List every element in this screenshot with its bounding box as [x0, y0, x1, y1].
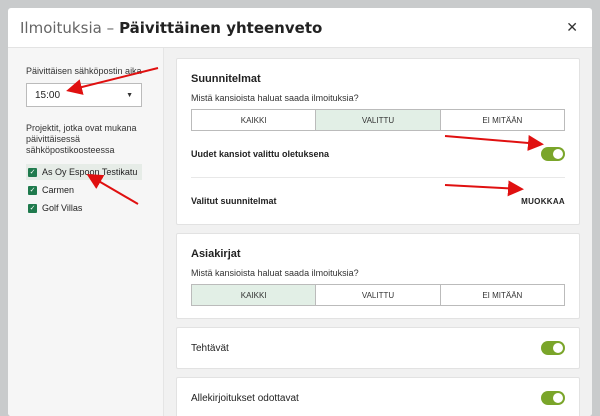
- project-label: As Oy Espoon Testikatu: [42, 167, 138, 177]
- tasks-row: Tehtävät: [191, 328, 565, 368]
- signatures-toggle[interactable]: [541, 391, 565, 405]
- modal-title-prefix: Ilmoituksia –: [20, 18, 115, 37]
- signatures-label: Allekirjoitukset odottavat: [191, 392, 299, 404]
- modal-header: Ilmoituksia – Päivittäinen yhteenveto ✕: [8, 8, 592, 48]
- new-folders-toggle[interactable]: [541, 147, 565, 161]
- notification-modal: Ilmoituksia – Päivittäinen yhteenveto ✕ …: [8, 8, 592, 416]
- documents-option-none[interactable]: EI MITÄÄN: [441, 285, 564, 305]
- right-panel: Suunnitelmat Mistä kansioista haluat saa…: [164, 48, 592, 416]
- selected-plans-row: Valitut suunnitelmat MUOKKAA: [191, 178, 565, 224]
- left-panel: Päivittäisen sähköpostin aika 15:00 ▼ Pr…: [8, 48, 164, 416]
- project-item[interactable]: ✓ As Oy Espoon Testikatu: [26, 164, 142, 180]
- modal-title: Päivittäinen yhteenveto: [119, 18, 323, 37]
- plans-option-none[interactable]: EI MITÄÄN: [441, 110, 564, 130]
- projects-list: ✓ As Oy Espoon Testikatu ✓ Carmen ✓ Golf…: [26, 164, 153, 216]
- edit-button[interactable]: MUOKKAA: [521, 197, 565, 206]
- checkbox-checked-icon[interactable]: ✓: [28, 185, 37, 195]
- plans-option-selected[interactable]: VALITTU: [316, 110, 441, 130]
- signatures-card: Allekirjoitukset odottavat: [176, 377, 580, 416]
- plans-option-all[interactable]: KAIKKI: [192, 110, 317, 130]
- project-item[interactable]: ✓ Carmen: [26, 182, 153, 198]
- project-item[interactable]: ✓ Golf Villas: [26, 200, 153, 216]
- close-icon[interactable]: ✕: [566, 20, 578, 36]
- documents-folder-selector: KAIKKI VALITTU EI MITÄÄN: [191, 284, 565, 306]
- checkbox-checked-icon[interactable]: ✓: [28, 203, 37, 213]
- new-folders-row: Uudet kansiot valittu oletuksena: [191, 131, 565, 177]
- email-time-select[interactable]: 15:00 ▼: [26, 83, 142, 107]
- project-label: Golf Villas: [42, 203, 83, 213]
- documents-title: Asiakirjat: [191, 248, 241, 260]
- plans-folder-selector: KAIKKI VALITTU EI MITÄÄN: [191, 109, 565, 131]
- documents-option-selected[interactable]: VALITTU: [316, 285, 441, 305]
- project-label: Carmen: [42, 185, 75, 195]
- new-folders-label: Uudet kansiot valittu oletuksena: [191, 149, 330, 159]
- email-time-value: 15:00: [35, 89, 61, 101]
- plans-card: Suunnitelmat Mistä kansioista haluat saa…: [176, 58, 580, 225]
- tasks-card: Tehtävät: [176, 327, 580, 369]
- chevron-down-icon: ▼: [126, 91, 133, 99]
- email-time-label: Päivittäisen sähköpostin aika: [26, 66, 142, 76]
- projects-label: Projektit, jotka ovat mukana päivittäise…: [26, 123, 137, 155]
- documents-card: Asiakirjat Mistä kansioista haluat saada…: [176, 233, 580, 319]
- tasks-toggle[interactable]: [541, 341, 565, 355]
- selected-plans-label: Valitut suunnitelmat: [191, 196, 277, 206]
- plans-question: Mistä kansioista haluat saada ilmoituksi…: [191, 93, 359, 103]
- checkbox-checked-icon[interactable]: ✓: [28, 167, 37, 177]
- documents-question: Mistä kansioista haluat saada ilmoituksi…: [191, 268, 359, 278]
- plans-title: Suunnitelmat: [191, 73, 261, 85]
- tasks-label: Tehtävät: [191, 342, 229, 354]
- documents-option-all[interactable]: KAIKKI: [192, 285, 317, 305]
- signatures-row: Allekirjoitukset odottavat: [191, 378, 565, 416]
